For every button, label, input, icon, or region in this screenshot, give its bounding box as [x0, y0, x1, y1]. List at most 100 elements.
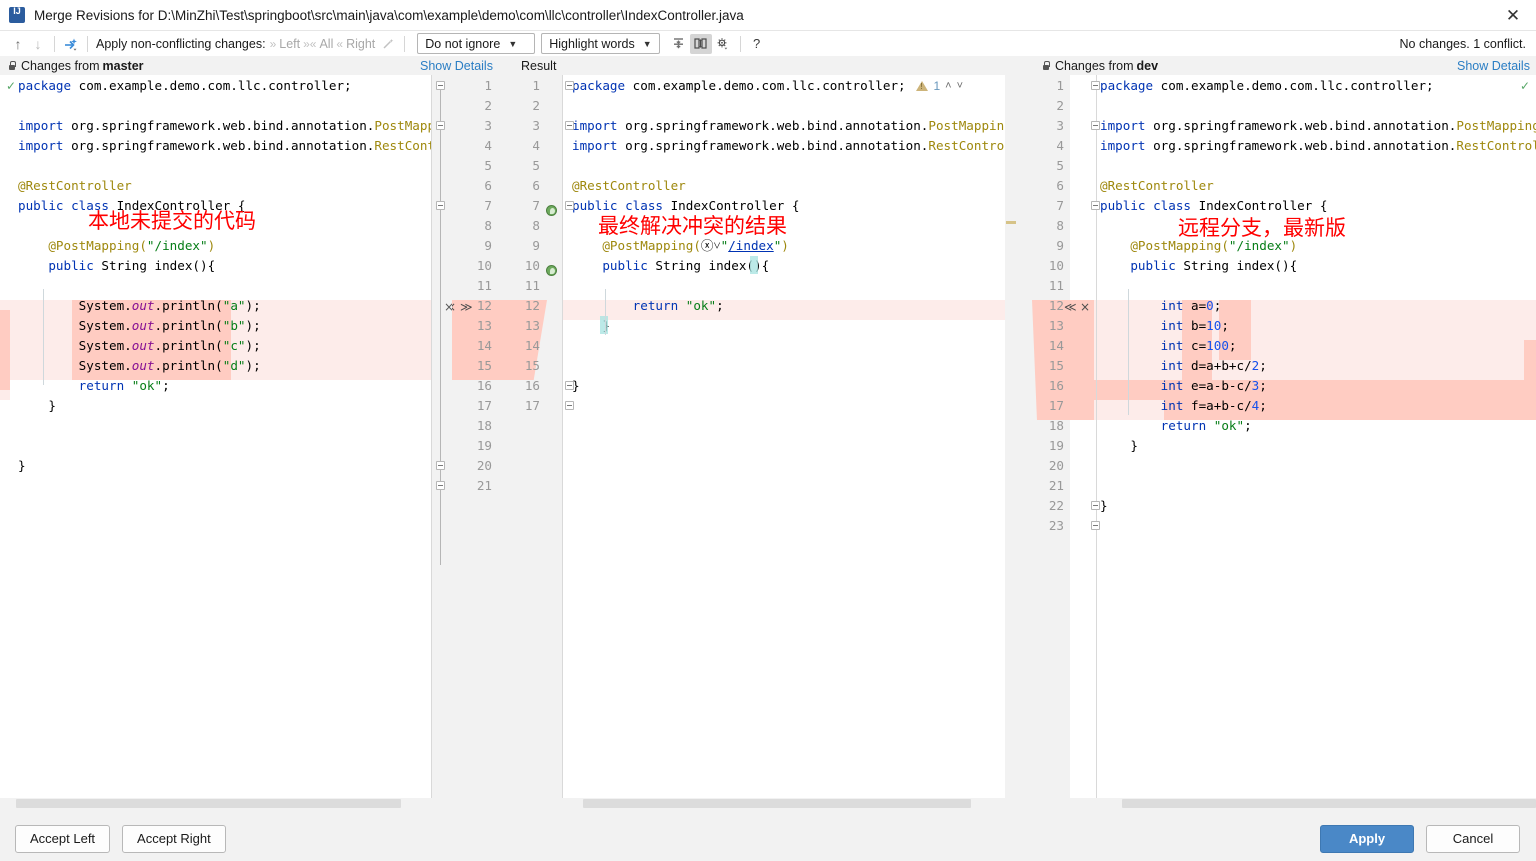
inspection-prev-icon[interactable]: ˄: [945, 80, 951, 92]
caret-selection: [750, 256, 758, 274]
code-line: public String index(){: [572, 256, 769, 276]
inspection-next-icon[interactable]: ˅: [957, 80, 963, 92]
help-icon[interactable]: ?: [747, 34, 767, 54]
accept-left-button[interactable]: Accept Left: [15, 824, 111, 853]
code-token: import: [18, 118, 64, 133]
left-hscroll-thumb[interactable]: [16, 799, 401, 808]
line-number-source: 20: [476, 458, 492, 473]
right-panel-header: Changes from dev: [1042, 56, 1158, 75]
right-inspection-ok-icon: ✓: [1519, 79, 1530, 93]
left-annotation-note: 本地未提交的代码: [88, 209, 256, 233]
close-icon[interactable]: ✕: [1490, 0, 1536, 31]
code-token: @RestController: [572, 178, 686, 193]
line-number-source: 15: [476, 358, 492, 373]
code-token: System.: [18, 338, 132, 353]
line-number: 16: [1048, 378, 1064, 393]
result-diff-editor[interactable]: package com.example.demo.com.llc.control…: [452, 75, 1017, 798]
right-push-left-icon[interactable]: ≪: [1064, 297, 1077, 317]
code-token: org.springframework.web.bind.annotation.: [63, 118, 375, 133]
arrow-down-icon[interactable]: ↓: [28, 34, 48, 54]
apply-all-button[interactable]: All: [319, 37, 333, 51]
line-number-source: 21: [476, 478, 492, 493]
line-number-source: 2: [484, 98, 492, 113]
right-push-icon: «: [336, 36, 344, 51]
code-token: ;: [1221, 318, 1229, 333]
left-accept-icon[interactable]: ×: [444, 297, 452, 317]
code-line: }: [18, 396, 56, 416]
inspection-widget[interactable]: 1 ˄ ˅: [916, 79, 963, 93]
right-diff-editor[interactable]: 1 package com.example.demo.com.llc.contro…: [1032, 75, 1536, 798]
code-line: public String index(){: [18, 256, 215, 276]
code-line: @RestController: [1100, 176, 1214, 196]
code-line: package com.example.demo.com.llc.control…: [1100, 76, 1434, 96]
right-fold-line1: [1091, 81, 1100, 90]
code-line: int f=a+b-c/4;: [1100, 396, 1267, 416]
line-number: 22: [1048, 498, 1064, 513]
code-token: }: [1100, 438, 1138, 453]
center-gutter-divider: [562, 75, 563, 798]
line-number-result: 17: [524, 398, 540, 413]
code-token: int: [1160, 338, 1184, 353]
left-diff-editor[interactable]: package com.example.demo.com.llc.control…: [0, 75, 452, 798]
center-error-stripe[interactable]: [1005, 75, 1017, 798]
code-token: @PostMapping(: [18, 238, 147, 253]
code-token: e=a-b-c/: [1183, 378, 1252, 393]
code-token: org.springframework.web.bind.annotation.: [617, 138, 929, 153]
code-line: @RestController: [18, 176, 132, 196]
center-fold-line1: [565, 81, 574, 90]
right-hscroll-thumb[interactable]: [1122, 799, 1536, 808]
code-token: @PostMapping(: [572, 238, 701, 253]
code-token: ;: [1244, 418, 1252, 433]
apply-left-button[interactable]: Left: [279, 37, 300, 51]
line-number-result: 15: [524, 358, 540, 373]
title-bar: Merge Revisions for D:\MinZhi\Test\sprin…: [0, 0, 1536, 31]
code-token: ;: [1259, 378, 1267, 393]
result-revert-icon[interactable]: ×: [452, 297, 456, 317]
code-token: package: [572, 78, 626, 93]
spring-bean-icon-line10[interactable]: [546, 265, 557, 276]
code-token: org.springframework.web.bind.annotation.: [617, 118, 929, 133]
apply-all-non-conflicting-icon[interactable]: [61, 34, 81, 54]
gear-icon[interactable]: [712, 34, 734, 54]
left-show-details-link[interactable]: Show Details: [420, 56, 493, 75]
magic-wand-icon[interactable]: [378, 34, 398, 54]
toolbar-divider-1: [54, 35, 55, 52]
line-number: 3: [1056, 118, 1064, 133]
spring-bean-icon-line7[interactable]: [546, 205, 557, 216]
lock-icon: [8, 60, 16, 71]
code-token: IndexController {: [1191, 198, 1328, 213]
code-token: import: [18, 138, 64, 153]
apply-button[interactable]: Apply: [1320, 824, 1414, 853]
side-by-side-viewer-icon[interactable]: [689, 33, 712, 54]
line-number-result: 4: [532, 138, 540, 153]
accept-right-button[interactable]: Accept Right: [122, 824, 226, 853]
stripe-warning-mark[interactable]: [1006, 221, 1016, 224]
line-number: 1: [1056, 78, 1064, 93]
code-token: );: [245, 358, 261, 373]
collapse-unchanged-icon[interactable]: [668, 34, 690, 54]
code-line: @RestController: [572, 176, 686, 196]
right-annotation-note: 远程分支，最新版: [1178, 216, 1346, 240]
highlight-policy-select[interactable]: Highlight words ▼: [541, 33, 660, 54]
apply-non-conflicting-label: Apply non-conflicting changes:: [96, 36, 266, 51]
right-accept-icon[interactable]: ×: [1080, 297, 1090, 317]
result-push-right-icon[interactable]: ≫: [460, 297, 473, 317]
inspection-ok-icon: ✓: [6, 79, 17, 93]
center-hscroll-thumb[interactable]: [583, 799, 971, 808]
code-token: System.: [18, 318, 132, 333]
cancel-button[interactable]: Cancel: [1426, 824, 1520, 853]
right-show-details-link[interactable]: Show Details: [1457, 56, 1530, 75]
left-header-label: Changes from: [21, 58, 100, 73]
apply-right-button[interactable]: Right: [346, 37, 375, 51]
code-token: }: [18, 458, 26, 473]
arrow-up-icon[interactable]: ↑: [8, 34, 28, 54]
ignore-policy-select[interactable]: Do not ignore ▼: [417, 33, 536, 54]
code-token: public: [18, 198, 64, 213]
line-number-result: 5: [532, 158, 540, 173]
